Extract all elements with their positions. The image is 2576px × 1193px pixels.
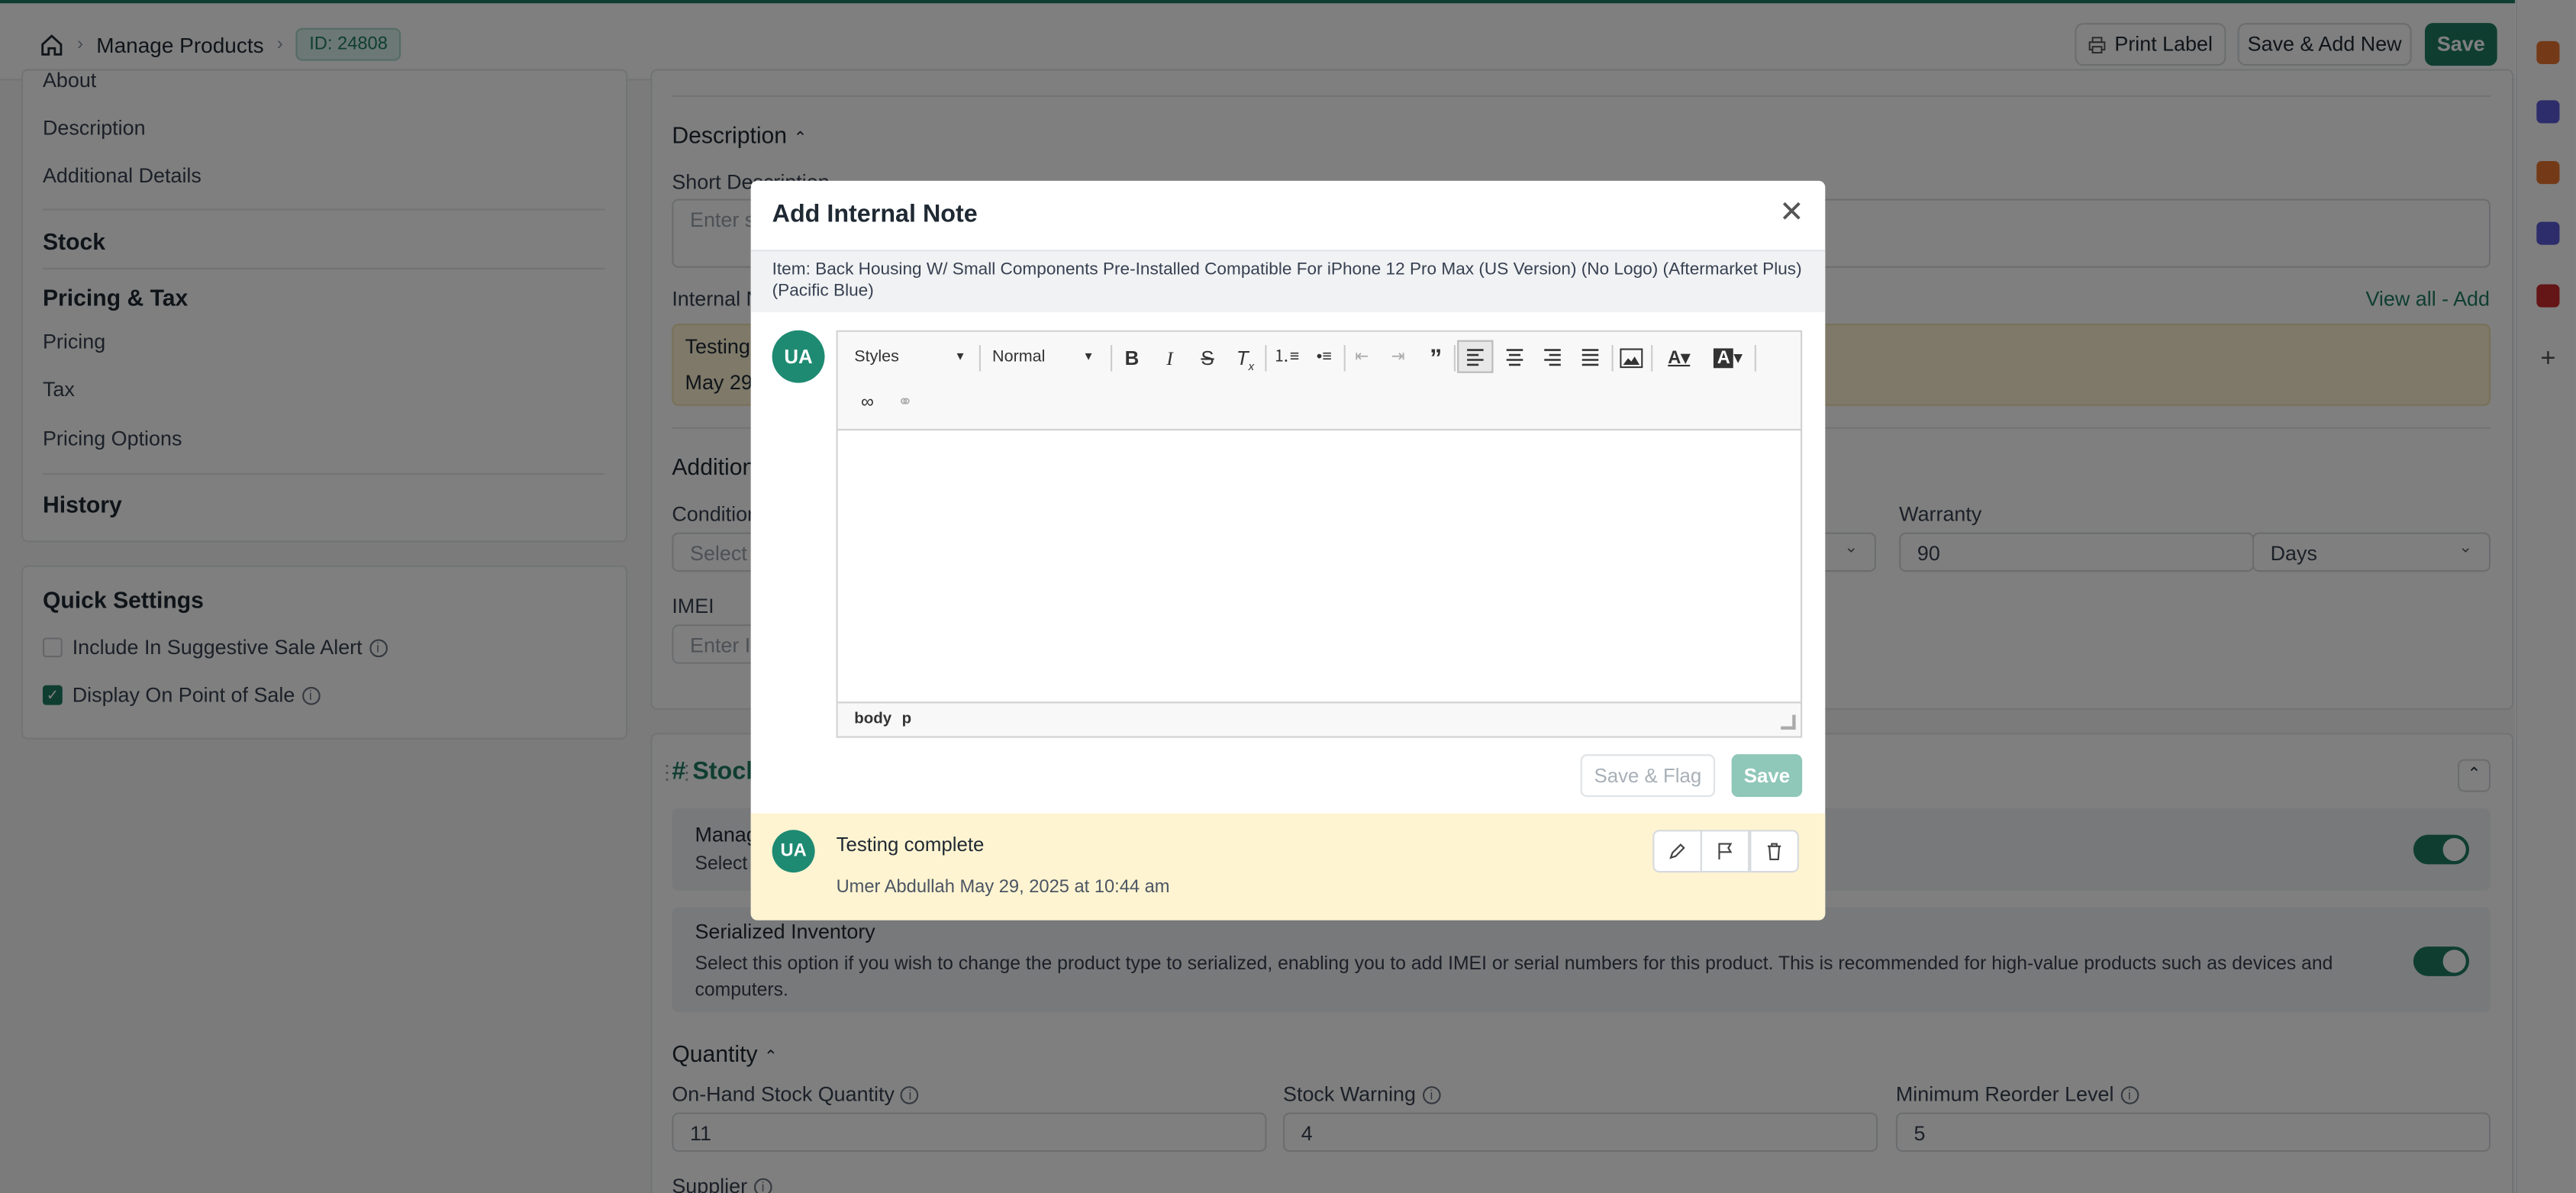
path-p[interactable]: p (902, 710, 912, 728)
editor-body[interactable] (837, 432, 1801, 702)
toolbar-separator (1265, 345, 1267, 372)
toolbar-separator (1453, 345, 1456, 372)
styles-dropdown[interactable]: Styles ▼ (854, 343, 972, 373)
numbered-list-icon[interactable]: ⒈≡ (1273, 343, 1299, 373)
flag-icon (1718, 843, 1733, 859)
close-icon[interactable]: ✕ (1779, 197, 1804, 227)
toolbar-separator (1343, 345, 1346, 372)
bold-icon[interactable]: B (1119, 343, 1145, 373)
note-author-avatar: UA (772, 830, 815, 873)
toolbar-separator (1611, 345, 1614, 372)
format-text: Normal (992, 348, 1046, 367)
modal-save-button[interactable]: Save (1731, 754, 1803, 798)
indent-icon[interactable]: ⇥ (1385, 343, 1411, 373)
toolbar-separator (978, 345, 981, 372)
caret-down-icon: ▼ (954, 351, 966, 363)
rail-backdrop (2515, 0, 2576, 1193)
blockquote-icon[interactable]: ” (1423, 343, 1449, 376)
align-right-glyph (1544, 349, 1561, 366)
toolbar-separator (1111, 345, 1113, 372)
strikethrough-icon[interactable]: S (1195, 343, 1220, 373)
caret-down-icon: ▼ (1082, 351, 1095, 363)
editor-path-bar (837, 701, 1801, 737)
italic-icon[interactable]: I (1156, 343, 1182, 373)
background-color-icon[interactable]: A ▾ (1708, 343, 1748, 373)
justify-glyph (1581, 349, 1599, 366)
styles-text: Styles (854, 348, 899, 367)
align-left-glyph (1467, 349, 1484, 366)
unlink-icon[interactable]: ⚭ (892, 388, 918, 418)
note-text: Testing complete (836, 833, 985, 856)
remove-format-icon[interactable]: Tx (1232, 343, 1258, 384)
justify-icon[interactable] (1574, 342, 1607, 380)
image-glyph (1620, 348, 1643, 369)
save-and-flag-button[interactable]: Save & Flag (1580, 754, 1716, 798)
align-right-icon[interactable] (1536, 342, 1568, 380)
path-body[interactable]: body (854, 710, 891, 728)
toolbar-separator (1651, 345, 1653, 372)
note-meta: Umer Abdullah May 29, 2025 at 10:44 am (836, 877, 1170, 898)
modal-title: Add Internal Note (772, 200, 978, 229)
add-internal-note-modal: Add Internal Note ✕ Item: Back Housing W… (750, 180, 1826, 921)
link-icon[interactable]: ∞ (854, 388, 880, 418)
user-avatar: UA (772, 330, 825, 383)
outdent-icon[interactable]: ⇤ (1349, 343, 1375, 373)
resize-handle-icon[interactable] (1781, 714, 1796, 730)
delete-note-button[interactable] (1749, 830, 1799, 873)
item-description: Item: Back Housing W/ Small Components P… (772, 260, 1802, 301)
edit-note-button[interactable] (1652, 830, 1702, 873)
flag-note-button[interactable] (1700, 830, 1750, 873)
background-color-glyph: A (1714, 348, 1734, 368)
format-dropdown[interactable]: Normal ▼ (992, 343, 1101, 373)
text-color-icon[interactable]: A▾ (1659, 343, 1699, 373)
align-center-icon[interactable] (1498, 342, 1531, 380)
bulleted-list-icon[interactable]: •≡ (1311, 343, 1337, 373)
align-left-icon[interactable] (1457, 340, 1494, 373)
trash-icon (1767, 843, 1781, 861)
align-center-glyph (1506, 349, 1523, 366)
image-icon[interactable] (1620, 347, 1643, 376)
pencil-icon (1669, 843, 1685, 859)
toolbar-separator (1754, 345, 1756, 372)
app-root: › Manage Products › ID: 24808 Print Labe… (0, 0, 2576, 1193)
